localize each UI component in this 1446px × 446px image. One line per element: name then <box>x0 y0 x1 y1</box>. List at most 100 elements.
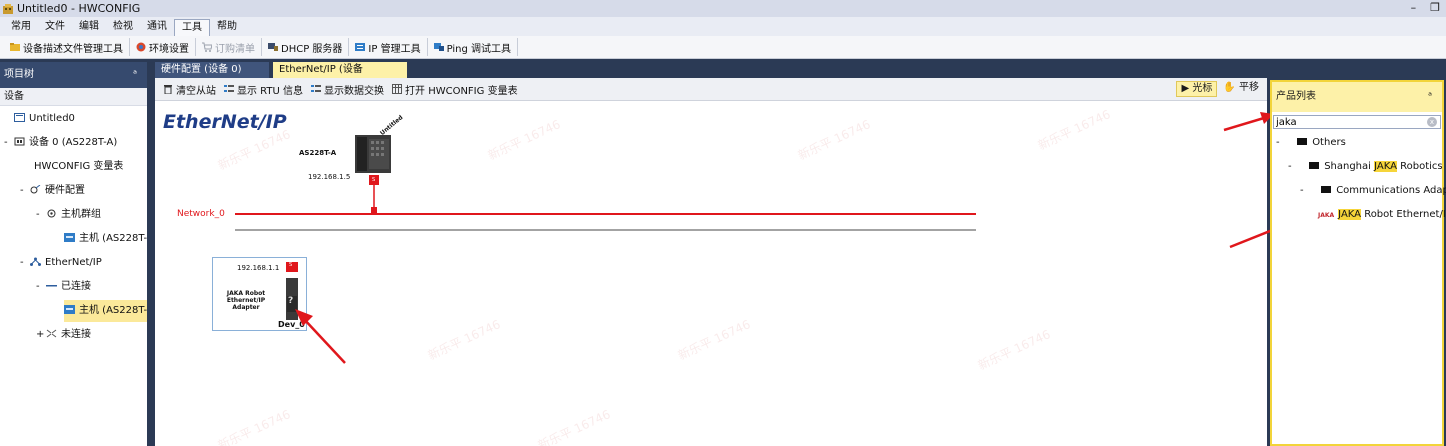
unconnected-icon <box>46 329 57 338</box>
ip-tool-button[interactable]: IP 管理工具 <box>349 38 428 56</box>
dhcp-server-label: DHCP 服务器 <box>281 43 343 55</box>
pin-icon[interactable]: ᵃ <box>133 62 137 88</box>
annotation-arrow <box>295 309 346 364</box>
product-search-input[interactable] <box>1276 116 1416 128</box>
product-tree-jaka-adapter[interactable]: JAKA JAKA Robot Ethernet/IP <box>1318 204 1446 226</box>
watermark: 新乐平 16746 <box>485 117 563 163</box>
env-settings-label: 环境设置 <box>149 43 189 55</box>
tree-label: 主机 (AS228T-A) <box>79 305 147 316</box>
product-list-panel: 产品列表 ᵃ x - Others - Shanghai JAKA Roboti… <box>1270 80 1446 446</box>
tree-label: Shanghai <box>1324 161 1375 172</box>
collapse-toggle[interactable]: - <box>1276 132 1286 154</box>
show-rtu-label: 显示 RTU 信息 <box>237 85 304 97</box>
collapse-toggle[interactable]: - <box>20 252 30 274</box>
jaka-logo-icon: JAKA <box>1318 212 1335 219</box>
product-tree-vendor[interactable]: - Shanghai JAKA Robotics Ltd <box>1288 156 1446 178</box>
tab-ethernetip[interactable]: EtherNet/IP (设备 0)ᵃ✕ <box>273 62 407 91</box>
tree-item-device0[interactable]: - 设备 0 (AS228T-A) <box>4 132 117 154</box>
collapse-toggle[interactable]: - <box>4 132 14 154</box>
watermark: 新乐平 16746 <box>795 117 873 163</box>
tree-label: Communications Adapter <box>1336 185 1446 196</box>
search-highlight: JAKA <box>1338 209 1362 220</box>
expand-toggle[interactable]: + <box>36 324 46 346</box>
host-icon <box>64 233 75 242</box>
tree-label: Others <box>1312 137 1346 148</box>
menu-edit[interactable]: 编辑 <box>72 19 106 36</box>
device-file-tool-button[interactable]: 设备描述文件管理工具 <box>4 38 130 56</box>
ping-tool-button[interactable]: Ping 调试工具 <box>428 38 519 56</box>
network-canvas[interactable]: 新乐平 16746 新乐平 16746 新乐平 16746 新乐平 16746 … <box>155 101 1267 446</box>
device-name: JAKA Robot Ethernet/IP Adapter <box>226 290 266 311</box>
tree-label: Untitled0 <box>29 113 75 124</box>
network-bus[interactable] <box>235 211 980 233</box>
cart-icon <box>202 42 212 52</box>
collapse-toggle[interactable]: - <box>36 204 46 226</box>
menu-comm[interactable]: 通讯 <box>140 19 174 36</box>
tree-label: 硬件配置 <box>45 185 85 196</box>
order-list-button[interactable]: 订购清单 <box>196 38 262 56</box>
tree-item-unconnected[interactable]: + 未连接 <box>36 324 91 346</box>
collapse-toggle[interactable]: - <box>1300 180 1310 202</box>
menu-view[interactable]: 检视 <box>106 19 140 36</box>
watermark: 新乐平 16746 <box>675 317 753 363</box>
order-list-label: 订购清单 <box>215 43 255 55</box>
tree-item-var-table[interactable]: HWCONFIG 变量表 <box>34 156 123 178</box>
connected-line-icon <box>46 285 57 287</box>
plc-port-label: S <box>372 177 376 183</box>
tree-label: EtherNet/IP <box>45 257 102 268</box>
cursor-label: 光标 <box>1192 83 1213 94</box>
project-icon <box>14 113 25 122</box>
tree-item-untitled[interactable]: Untitled0 <box>14 108 75 130</box>
env-settings-button[interactable]: 环境设置 <box>130 38 196 56</box>
plc-model: AS228T-A <box>299 149 337 157</box>
tree-label: 已连接 <box>61 281 91 292</box>
plc-device[interactable] <box>353 121 397 216</box>
show-rtu-button[interactable]: 显示 RTU 信息 <box>220 82 307 97</box>
product-tree-others[interactable]: - Others <box>1276 132 1346 154</box>
device-ip: 192.168.1.1 <box>237 264 280 272</box>
menu-file[interactable]: 文件 <box>38 19 72 36</box>
tree-item-hw-config[interactable]: - 硬件配置 <box>20 180 85 202</box>
annotation-arrow <box>1223 112 1274 132</box>
restore-button[interactable]: ❐ <box>1430 1 1440 14</box>
menu-help[interactable]: 帮助 <box>210 19 244 36</box>
open-var-table-button[interactable]: 打开 HWCONFIG 变量表 <box>388 82 522 97</box>
project-tree-header: 项目树 ᵃ <box>0 62 147 88</box>
tools-toolbar: 设备描述文件管理工具 环境设置 订购清单 DHCP 服务器 IP 管理工具 Pi… <box>0 36 1446 59</box>
collapse-toggle[interactable]: - <box>20 180 30 202</box>
network-label: Network_0 <box>177 209 225 219</box>
device-port-label: S <box>289 262 293 268</box>
collapse-toggle[interactable]: - <box>1288 156 1298 178</box>
tree-item-host-group[interactable]: - 主机群组 <box>36 204 101 226</box>
clear-slave-button[interactable]: 清空从站 <box>159 82 220 97</box>
tree-label: 设备 0 (AS228T-A) <box>29 137 118 148</box>
menu-tools[interactable]: 工具 <box>174 19 210 36</box>
device-icon <box>14 137 25 146</box>
clear-search-icon[interactable]: x <box>1427 117 1437 127</box>
minimize-button[interactable]: – <box>1411 1 1417 14</box>
plc-ip: 192.168.1.5 <box>308 173 351 181</box>
pin-icon[interactable]: ᵃ <box>1428 82 1432 112</box>
collapse-toggle[interactable]: - <box>36 276 46 298</box>
pan-label: 平移 <box>1239 82 1259 93</box>
tab-hw-config[interactable]: 硬件配置 (设备 0) <box>155 62 269 78</box>
product-tree-category[interactable]: - Communications Adapter <box>1300 180 1446 202</box>
list-icon <box>311 85 322 92</box>
pan-tool-button[interactable]: ✋ 平移 <box>1219 81 1263 97</box>
tree-item-connected[interactable]: - 已连接 <box>36 276 91 298</box>
dhcp-server-button[interactable]: DHCP 服务器 <box>262 38 350 56</box>
show-exchange-button[interactable]: 显示数据交换 <box>307 82 388 97</box>
server-icon <box>268 43 278 51</box>
tree-item-host1[interactable]: 主机 (AS228T-A) <box>64 228 147 250</box>
project-tree-panel: 设备 Untitled0 - 设备 0 (AS228T-A) HWCONFIG 变… <box>0 88 147 446</box>
tree-item-host2[interactable]: 主机 (AS228T-A) <box>64 300 147 322</box>
ip-icon <box>355 43 366 51</box>
window-title: Untitled0 - HWCONFIG <box>17 2 141 15</box>
project-tree-title: 项目树 <box>4 69 34 80</box>
product-list-header: 产品列表 ᵃ <box>1272 82 1442 112</box>
cursor-tool-button[interactable]: ▶ 光标 <box>1176 81 1218 97</box>
tree-item-ethernetip[interactable]: - EtherNet/IP <box>20 252 102 274</box>
menu-common[interactable]: 常用 <box>4 19 38 36</box>
folder-icon <box>1309 162 1320 169</box>
tree-label: 主机 (AS228T-A) <box>79 233 147 244</box>
